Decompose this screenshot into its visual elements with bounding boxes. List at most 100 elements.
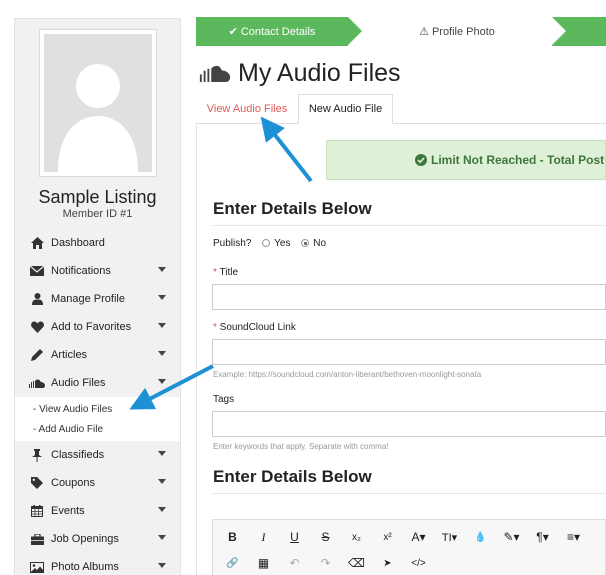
sidebar-item-manage-profile[interactable]: Manage Profile [15, 285, 180, 313]
divider [213, 493, 606, 494]
chevron-down-icon[interactable] [158, 295, 166, 300]
sidebar-item-classifieds[interactable]: Classifieds [15, 441, 180, 469]
strikethrough-button[interactable]: S [310, 525, 341, 549]
limit-alert: Limit Not Reached - Total Post [326, 140, 606, 180]
image-icon [29, 560, 45, 574]
pencil-icon [29, 348, 45, 362]
sidebar-item-label: Classifieds [51, 449, 105, 461]
toolbar-row-1: B I U S x₂ x² A▾ TI▾ 💧 ✎▾ ¶▾ ≡▾ [217, 525, 589, 549]
user-icon [29, 292, 45, 306]
undo-button[interactable]: ↶ [279, 551, 310, 575]
soundcloud-icon [199, 65, 231, 82]
chevron-down-icon[interactable] [158, 451, 166, 456]
sidebar-item-photo-albums[interactable]: Photo Albums [15, 553, 180, 575]
tags-input[interactable] [212, 411, 606, 437]
chevron-down-icon[interactable] [158, 535, 166, 540]
select-pointer-button[interactable]: ➤ [372, 551, 403, 575]
sidebar-item-label: Notifications [51, 265, 111, 277]
sidebar-item-label: Job Openings [51, 533, 119, 545]
step-profile-photo[interactable]: ⚠ Profile Photo [362, 17, 552, 46]
envelope-icon [29, 264, 45, 278]
tags-help-text: Enter keywords that apply. Separate with… [213, 442, 389, 451]
sidebar: Sample Listing Member ID #1 Dashboard No… [14, 18, 181, 575]
publish-row: Publish? Yes No [213, 238, 326, 249]
publish-no-radio[interactable] [301, 239, 310, 248]
listing-name: Sample Listing [38, 187, 157, 207]
sidebar-item-label: Photo Albums [51, 561, 119, 573]
font-color-button[interactable]: A▾ [403, 525, 434, 549]
redo-button[interactable]: ↷ [310, 551, 341, 575]
soundcloud-label: * SoundCloud Link [213, 322, 296, 333]
tags-label: Tags [213, 394, 235, 405]
sidebar-item-events[interactable]: Events [15, 497, 180, 525]
avatar-placeholder-icon [44, 34, 152, 172]
soundcloud-label-text: SoundCloud Link [219, 322, 296, 333]
sidebar-subitem-add-audio-file[interactable]: - Add Audio File [15, 419, 180, 439]
step-contact-details[interactable]: ✔ Contact Details [196, 17, 362, 46]
code-view-button[interactable]: </> [403, 551, 434, 575]
publish-no-label: No [313, 238, 327, 249]
check-icon: ✔ [228, 26, 238, 38]
underline-button[interactable]: U [279, 525, 310, 549]
pin-icon [29, 448, 45, 462]
chevron-down-icon[interactable] [158, 507, 166, 512]
page-title: My Audio Files [198, 58, 401, 88]
sidebar-item-job-openings[interactable]: Job Openings [15, 525, 180, 553]
paragraph-button[interactable]: ¶▾ [527, 525, 558, 549]
section-title: Enter Details Below [213, 199, 372, 218]
title-input[interactable] [212, 284, 606, 310]
sidebar-item-label: Dashboard [51, 237, 105, 249]
audio-files-submenu: - View Audio Files - Add Audio File [15, 397, 180, 441]
sidebar-item-coupons[interactable]: Coupons [15, 469, 180, 497]
sidebar-item-label: Audio Files [51, 377, 106, 389]
soundcloud-help-text: Example: https://soundcloud.com/anton-li… [213, 370, 482, 379]
eraser-button[interactable]: ⌫ [341, 551, 372, 575]
chevron-down-icon[interactable] [158, 267, 166, 272]
bold-button[interactable]: B [217, 525, 248, 549]
sidebar-item-label: Articles [51, 349, 88, 361]
sidebar-item-label: Add to Favorites [51, 321, 132, 333]
toolbar-row-2: 🔗 ▦ ↶ ↷ ⌫ ➤ </> [217, 551, 434, 575]
title-label-text: Title [219, 267, 239, 278]
sidebar-item-articles[interactable]: Articles [15, 341, 180, 369]
editor-toolbar: B I U S x₂ x² A▾ TI▾ 💧 ✎▾ ¶▾ ≡▾ 🔗 ▦ ↶ ↷ … [212, 519, 606, 575]
align-button[interactable]: ≡▾ [558, 525, 589, 549]
chevron-down-icon[interactable] [158, 479, 166, 484]
warning-icon: ⚠ [419, 26, 429, 38]
home-icon [29, 236, 45, 250]
chevron-down-icon[interactable] [158, 563, 166, 568]
link-button[interactable]: 🔗 [217, 551, 248, 575]
chevron-down-icon[interactable] [158, 379, 166, 384]
publish-yes-radio[interactable] [262, 239, 271, 248]
tab-new-audio-file[interactable]: New Audio File [298, 94, 393, 124]
italic-button[interactable]: I [248, 525, 279, 549]
chevron-down-icon[interactable] [158, 323, 166, 328]
title-label: * Title [213, 267, 239, 278]
sidebar-item-label: Coupons [51, 477, 96, 489]
chevron-down-icon[interactable] [158, 351, 166, 356]
step-label: Contact Details [240, 25, 316, 38]
sidebar-item-dashboard[interactable]: Dashboard [15, 229, 180, 257]
section-title-2: Enter Details Below [213, 467, 372, 486]
publish-yes-label: Yes [274, 238, 291, 249]
member-id: Member ID #1 [62, 208, 133, 220]
publish-label: Publish? [213, 238, 252, 249]
color-drop-button[interactable]: 💧 [465, 525, 496, 549]
tab-view-audio-files[interactable]: View Audio Files [196, 94, 298, 124]
heart-icon [29, 320, 45, 334]
soundcloud-icon [29, 376, 45, 390]
sidebar-item-notifications[interactable]: Notifications [15, 257, 180, 285]
step-next[interactable] [552, 17, 606, 46]
page-title-text: My Audio Files [238, 58, 401, 87]
magic-wand-button[interactable]: ✎▾ [496, 525, 527, 549]
superscript-button[interactable]: x² [372, 525, 403, 549]
divider [213, 225, 606, 226]
sidebar-item-add-to-favorites[interactable]: Add to Favorites [15, 313, 180, 341]
sidebar-item-audio-files[interactable]: Audio Files [15, 369, 180, 397]
avatar[interactable] [39, 29, 157, 177]
subscript-button[interactable]: x₂ [341, 525, 372, 549]
sidebar-subitem-view-audio-files[interactable]: - View Audio Files [15, 399, 180, 419]
table-button[interactable]: ▦ [248, 551, 279, 575]
font-size-button[interactable]: TI▾ [434, 525, 465, 549]
soundcloud-link-input[interactable] [212, 339, 606, 365]
